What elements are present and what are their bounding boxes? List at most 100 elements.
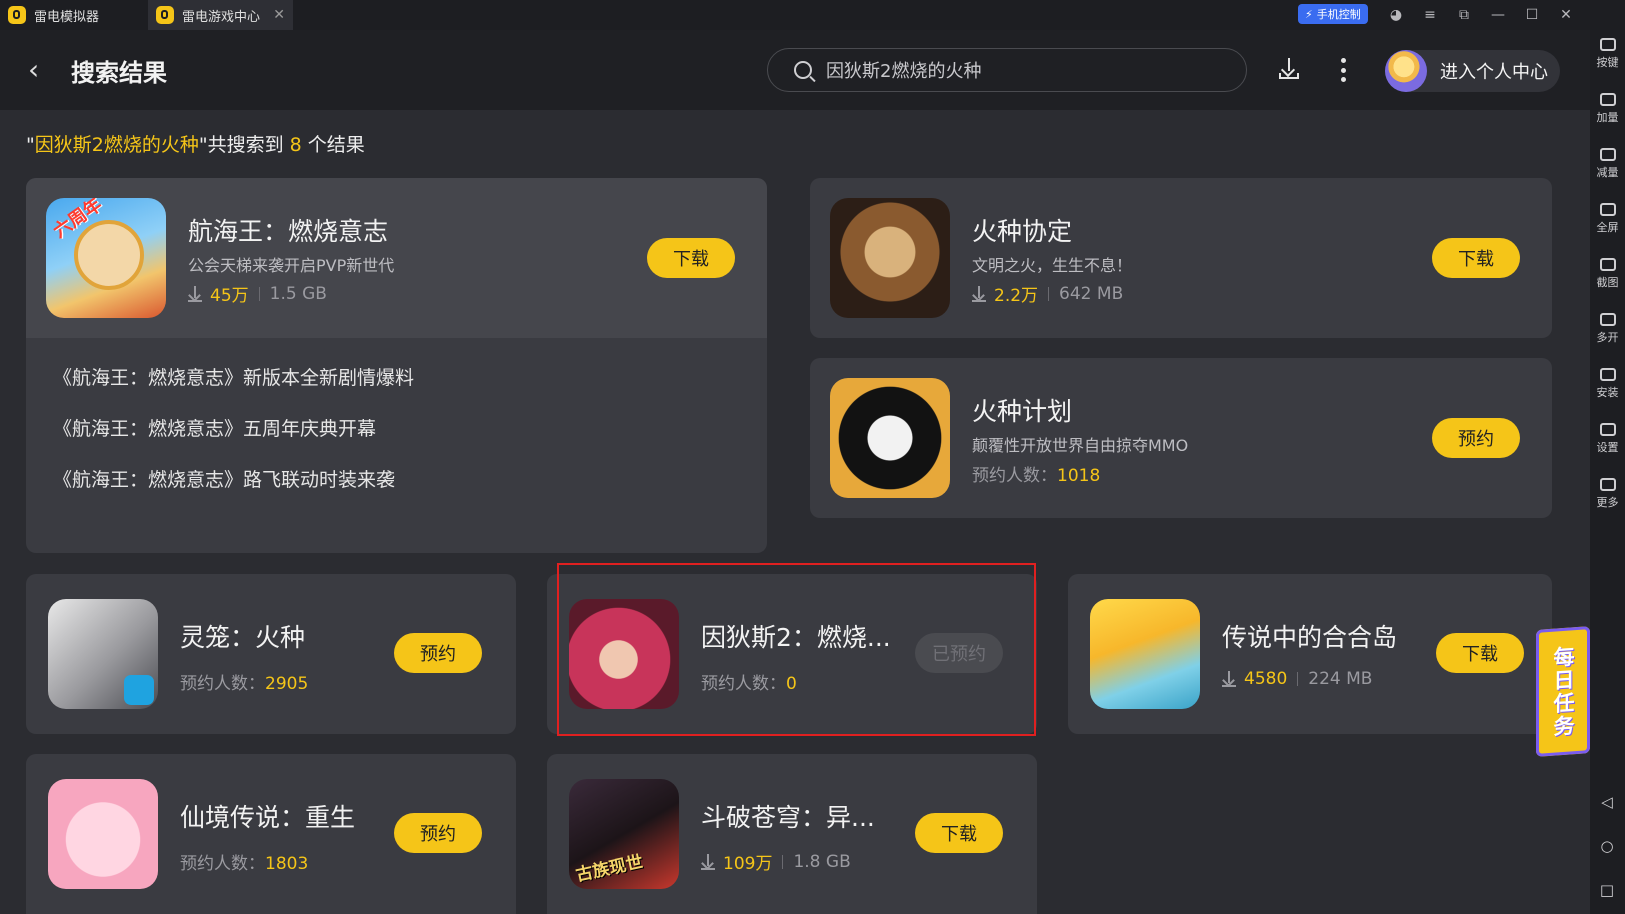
news-item[interactable]: 《航海王：燃烧意志》路飞联动时装来袭: [53, 465, 395, 492]
news-item[interactable]: 《航海王：燃烧意志》五周年庆典开幕: [53, 414, 376, 441]
reserve-button[interactable]: 预约: [1432, 418, 1520, 458]
sidebar-item-volume-up[interactable]: 加量: [1590, 93, 1625, 125]
download-button[interactable]: 下载: [1436, 633, 1524, 673]
game-name[interactable]: 火种计划: [972, 392, 1072, 428]
doupo-game-icon[interactable]: 古族现世: [569, 779, 679, 889]
file-size: 642 MB: [1059, 283, 1124, 304]
popout-icon[interactable]: ⧉: [1454, 5, 1474, 25]
game-card-xianjing[interactable]: 仙境传说：重生 预约人数：1803 预约: [26, 754, 516, 914]
user-center-button[interactable]: 进入个人中心: [1385, 50, 1560, 92]
query-highlight: 因狄斯2燃烧的火种: [34, 134, 199, 156]
game-name[interactable]: 仙境传说：重生: [180, 798, 355, 834]
game-card-doupo[interactable]: 古族现世 斗破苍穹：异... 109万 1.8 GB 下载: [547, 754, 1037, 914]
game-name[interactable]: 灵笼：火种: [180, 618, 305, 654]
sidebar-item-settings[interactable]: 设置: [1590, 423, 1625, 455]
download-count: 45万: [210, 286, 249, 306]
selection-highlight: [557, 563, 1036, 736]
game-name[interactable]: 传说中的合合岛: [1222, 618, 1397, 654]
sidebar-item-keymap[interactable]: 按键: [1590, 38, 1625, 70]
close-window-icon[interactable]: ✕: [1556, 5, 1576, 25]
more-vertical-icon[interactable]: [1340, 58, 1346, 82]
sidebar-item-fullscreen[interactable]: 全屏: [1590, 203, 1625, 235]
header: ‹ 搜索结果 因狄斯2燃烧的火种 进入个人中心: [0, 30, 1590, 110]
volume-up-icon: [1599, 93, 1616, 106]
featured-game-card[interactable]: 六周年 航海王：燃烧意志 公会天梯来袭开启PVP新世代 45万 1.5 GB 下…: [26, 178, 767, 553]
close-tab-icon[interactable]: ✕: [273, 7, 285, 23]
recents-nav-icon[interactable]: □: [1599, 882, 1615, 898]
fullscreen-icon: [1599, 203, 1616, 216]
ldplayer-logo-icon: [8, 6, 26, 24]
download-count: 4580: [1244, 669, 1288, 689]
game-center-logo-icon: [156, 6, 174, 24]
page-title: 搜索结果: [71, 59, 167, 87]
game-card-huozhong-xieding[interactable]: 火种协定 文明之火，生生不息！ 2.2万 642 MB 下载: [810, 178, 1552, 338]
daily-task-widget[interactable]: 每日任务: [1536, 626, 1590, 757]
game-description: 公会天梯来袭开启PVP新世代: [188, 256, 395, 275]
game-card-huozhong-jihua[interactable]: 火种计划 颠覆性开放世界自由掠夺MMO 预约人数：1018 预约: [810, 358, 1552, 518]
tab-label: 雷电游戏中心: [182, 9, 261, 25]
avatar: [1385, 50, 1427, 92]
game-name[interactable]: 斗破苍穹：异...: [701, 798, 875, 834]
download-count-icon: [1222, 671, 1236, 687]
reserve-count: 预约人数：1018: [972, 466, 1101, 486]
download-count-icon: [972, 285, 986, 302]
game-description: 颠覆性开放世界自由掠夺MMO: [972, 436, 1189, 455]
account-icon[interactable]: ◕: [1386, 5, 1406, 25]
title-bar: 雷电模拟器 雷电游戏中心 ✕ ⚡ 手机控制 ◕ ≡ ⧉ — ☐ ✕: [0, 0, 1625, 30]
download-count-icon: [188, 285, 202, 302]
huozhong-jihua-game-icon[interactable]: [830, 378, 950, 498]
file-size: 1.5 GB: [269, 283, 327, 304]
file-size: 1.8 GB: [793, 851, 851, 872]
hehedao-game-icon[interactable]: [1090, 599, 1200, 709]
game-card-linglong[interactable]: 灵笼：火种 预约人数：2905 预约: [26, 574, 516, 734]
maximize-icon[interactable]: ☐: [1522, 5, 1542, 25]
reserve-button[interactable]: 预约: [394, 813, 482, 853]
xianjing-game-icon[interactable]: [48, 779, 158, 889]
sidebar-item-more[interactable]: 更多: [1590, 478, 1625, 510]
user-center-label: 进入个人中心: [1440, 62, 1548, 83]
download-icon[interactable]: [1278, 58, 1300, 80]
daily-task-label: 每日任务: [1551, 644, 1575, 739]
download-button[interactable]: 下载: [915, 813, 1003, 853]
bolt-icon: ⚡: [1305, 7, 1313, 21]
huozhong-xieding-game-icon[interactable]: [830, 198, 950, 318]
search-input[interactable]: 因狄斯2燃烧的火种: [767, 48, 1247, 92]
game-stats: 45万 1.5 GB: [188, 281, 327, 306]
minimize-icon[interactable]: —: [1488, 5, 1508, 25]
game-stats: 109万 1.8 GB: [701, 849, 851, 874]
gear-icon: [1599, 423, 1616, 436]
tab-emulator[interactable]: 雷电模拟器: [0, 0, 146, 30]
news-item[interactable]: 《航海王：燃烧意志》新版本全新剧情爆料: [53, 363, 414, 390]
download-button[interactable]: 下载: [647, 238, 735, 278]
right-sidebar: 按键 加量 减量 全屏 截图 多开 安装 设置 更多 ◁ ○ □: [1590, 30, 1625, 914]
search-icon: [794, 61, 812, 79]
sidebar-item-volume-down[interactable]: 减量: [1590, 148, 1625, 180]
phone-control-button[interactable]: ⚡ 手机控制: [1298, 4, 1368, 24]
multi-instance-icon: [1599, 313, 1616, 326]
more-icon: [1599, 478, 1616, 491]
linglong-game-icon[interactable]: [48, 599, 158, 709]
game-card-hehedao[interactable]: 传说中的合合岛 4580 224 MB 下载: [1068, 574, 1552, 734]
download-count: 2.2万: [994, 286, 1039, 306]
scissors-icon: [1599, 258, 1616, 271]
sidebar-item-install[interactable]: 安装: [1590, 368, 1625, 400]
download-button[interactable]: 下载: [1432, 238, 1520, 278]
game-description: 文明之火，生生不息！: [972, 256, 1133, 275]
sidebar-item-multi-instance[interactable]: 多开: [1590, 313, 1625, 345]
search-query[interactable]: 因狄斯2燃烧的火种: [826, 57, 981, 83]
tab-game-center[interactable]: 雷电游戏中心 ✕: [148, 0, 293, 30]
keyboard-icon: [1599, 38, 1616, 51]
back-nav-icon[interactable]: ◁: [1599, 794, 1615, 810]
game-name[interactable]: 火种协定: [972, 212, 1072, 248]
game-name[interactable]: 航海王：燃烧意志: [188, 212, 388, 248]
reserve-count: 预约人数：1803: [180, 854, 309, 874]
reserve-button[interactable]: 预约: [394, 633, 482, 673]
back-chevron-icon[interactable]: ‹: [28, 52, 52, 88]
download-count-icon: [701, 853, 715, 870]
one-piece-game-icon[interactable]: 六周年: [46, 198, 166, 318]
sidebar-item-screenshot[interactable]: 截图: [1590, 258, 1625, 290]
home-nav-icon[interactable]: ○: [1599, 838, 1615, 854]
results-summary: "因狄斯2燃烧的火种"共搜索到 8 个结果: [26, 134, 365, 156]
menu-icon[interactable]: ≡: [1420, 5, 1440, 25]
doupo-icon-label: 古族现世: [574, 852, 645, 886]
